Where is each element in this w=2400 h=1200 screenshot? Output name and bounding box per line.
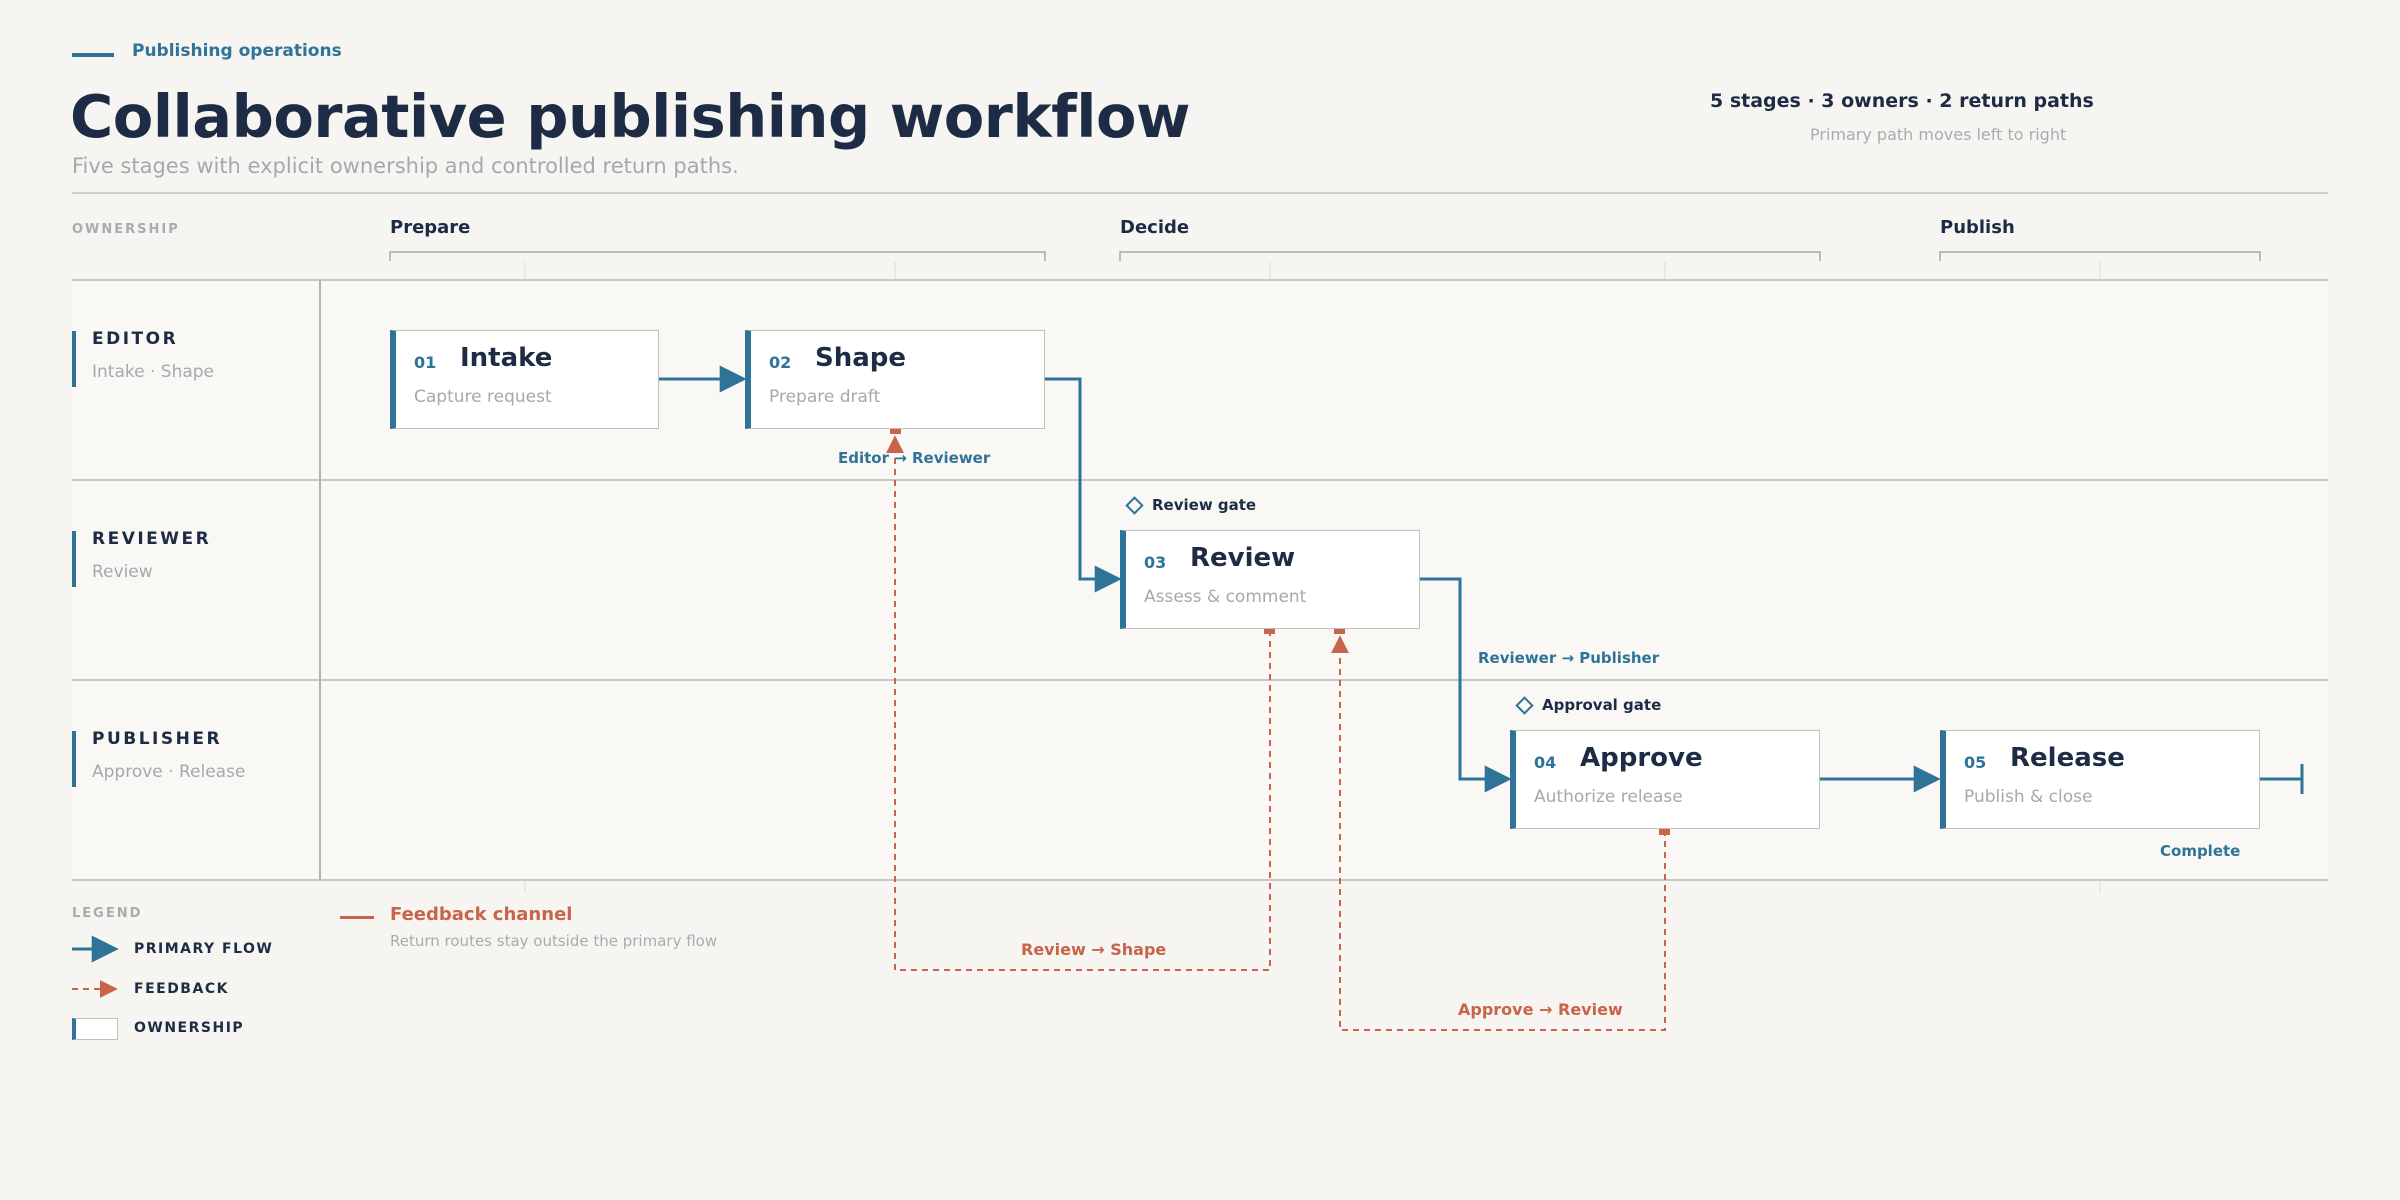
stage-number: 01: [414, 353, 437, 372]
stage-name: Review: [1190, 543, 1296, 573]
lane-editor-stages: Intake · Shape: [92, 362, 215, 382]
stage-description: Authorize release: [1534, 787, 1683, 807]
stage-name: Shape: [815, 343, 907, 373]
feedback-channel-note: Return routes stay outside the primary f…: [390, 932, 718, 950]
complete-label: Complete: [2160, 842, 2241, 860]
lane-publisher-name: PUBLISHER: [92, 729, 223, 749]
stage-card-intake[interactable]: 01 Intake Capture request: [390, 330, 659, 429]
stage-description: Prepare draft: [769, 387, 881, 407]
stage-number: 05: [1964, 753, 1987, 772]
phase-bracket-prepare: [389, 251, 1046, 261]
feedback-review-shape-label: Review → Shape: [1021, 940, 1167, 959]
phase-publish: Publish: [1940, 217, 2015, 238]
lane-reviewer-stages: Review: [92, 562, 153, 582]
feedback-channel-swatch: [340, 916, 374, 919]
eyebrow-accent-line: [72, 53, 114, 57]
phase-bracket-publish: [1939, 251, 2261, 261]
legend-ownership-label: OWNERSHIP: [134, 1020, 245, 1036]
phase-decide: Decide: [1120, 217, 1190, 238]
lane-reviewer-name: REVIEWER: [92, 529, 212, 549]
lane-reviewer-marker: [72, 531, 76, 587]
stage-number: 02: [769, 353, 792, 372]
stage-description: Assess & comment: [1144, 587, 1307, 607]
handoff-reviewer-publisher-label: Reviewer → Publisher: [1478, 649, 1660, 667]
legend-ownership-swatch: [72, 1018, 118, 1040]
stage-card-release[interactable]: 05 Release Publish & close: [1940, 730, 2260, 829]
approval-gate-label: Approval gate: [1542, 696, 1662, 714]
legend-primary-label: PRIMARY FLOW: [134, 941, 274, 957]
stage-name: Intake: [460, 343, 553, 373]
lane-publisher-stages: Approve · Release: [92, 762, 246, 782]
review-gate-label: Review gate: [1152, 496, 1257, 514]
eyebrow-label: Publishing operations: [132, 41, 342, 61]
phase-prepare: Prepare: [390, 217, 471, 238]
page-subtitle: Five stages with explicit ownership and …: [72, 154, 739, 178]
page-title: Collaborative publishing workflow: [70, 82, 1191, 151]
stage-card-shape[interactable]: 02 Shape Prepare draft: [745, 330, 1045, 429]
stage-card-review[interactable]: 03 Review Assess & comment: [1120, 530, 1420, 629]
lane-publisher-marker: [72, 731, 76, 787]
legend-title: LEGEND: [72, 906, 143, 921]
stage-card-approve[interactable]: 04 Approve Authorize release: [1510, 730, 1820, 829]
stage-number: 03: [1144, 553, 1167, 572]
stage-description: Capture request: [414, 387, 552, 407]
legend-glyphs: [72, 935, 119, 998]
lane-editor-name: EDITOR: [92, 329, 179, 349]
feedback-channel-title: Feedback channel: [390, 904, 573, 925]
stage-name: Approve: [1580, 743, 1703, 773]
lane-editor-marker: [72, 331, 76, 387]
summary-note: Primary path moves left to right: [1810, 125, 2067, 144]
stage-name: Release: [2010, 743, 2125, 773]
ownership-column-label: OWNERSHIP: [72, 222, 180, 237]
stage-description: Publish & close: [1964, 787, 2093, 807]
handoff-editor-reviewer-label: Editor → Reviewer: [838, 449, 991, 467]
feedback-approve-review-label: Approve → Review: [1458, 1000, 1623, 1019]
stage-number: 04: [1534, 753, 1557, 772]
workflow-diagram: Publishing operations Collaborative publ…: [0, 0, 2400, 1200]
summary-stats: 5 stages · 3 owners · 2 return paths: [1710, 90, 2094, 112]
legend-feedback-label: FEEDBACK: [134, 981, 229, 997]
phase-bracket-decide: [1119, 251, 1821, 261]
